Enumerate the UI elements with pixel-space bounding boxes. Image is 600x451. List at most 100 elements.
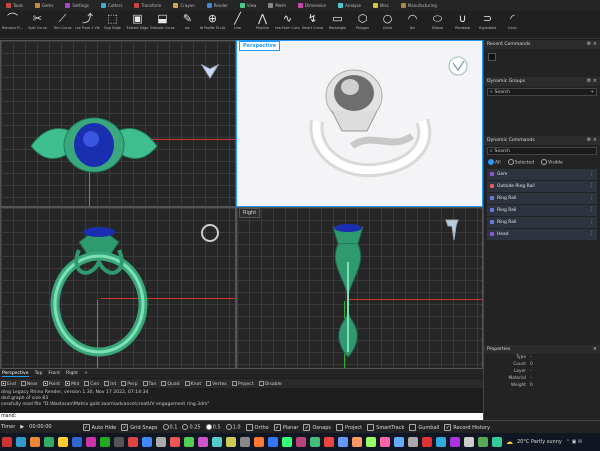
more-options-icon[interactable]: ⋮ [589,171,594,177]
taskbar-app-icon[interactable] [156,437,166,447]
osnap-toggle[interactable]: End [1,380,16,387]
toolbar-button[interactable]: ╱ Line [225,11,250,39]
dynamic-command-item[interactable]: Outside Ring Rail ⋮ [487,180,597,192]
taskbar-app-icon[interactable] [310,437,320,447]
filter-visible[interactable]: Visible [541,159,563,166]
view-cube-icon[interactable] [199,61,221,79]
ribbon-tab[interactable]: Dimension [292,0,332,11]
taskbar-app-icon[interactable] [464,437,474,447]
add-icon[interactable]: + [590,90,594,95]
toolbar-button[interactable]: ⊃ Hyperbola [475,11,500,39]
taskbar-app-icon[interactable] [86,437,96,447]
viewport-label-right[interactable]: Right [239,208,261,218]
taskbar-app-icon[interactable] [212,437,222,447]
viewport-top[interactable] [0,40,236,207]
ribbon-tab[interactable]: Crayon [167,0,200,11]
view-tab[interactable]: Front [48,371,60,376]
panel-menu-icon[interactable]: ⚙ × [587,78,597,84]
taskbar-app-icon[interactable] [2,437,12,447]
weather-icon[interactable]: ☁ [506,438,513,446]
toolbar-button[interactable]: ▭ Rectangle [325,11,350,39]
taskbar-app-icon[interactable] [226,437,236,447]
ribbon-tab[interactable]: Transform [128,0,167,11]
more-options-icon[interactable]: ⋮ [589,231,594,237]
ribbon-tab[interactable]: Gems [29,0,60,11]
osnap-toggle[interactable]: Cen [84,380,99,387]
taskbar-app-icon[interactable] [268,437,278,447]
project-toggle[interactable]: Project [336,423,362,431]
osnap-toggle[interactable]: Knot [184,380,201,387]
toolbar-button[interactable]: ✎ Jot [175,11,200,39]
taskbar-app-icon[interactable] [408,437,418,447]
smarttrack-toggle[interactable]: SmartTrack [367,423,404,431]
more-options-icon[interactable]: ⋮ [589,219,594,225]
record-history-toggle[interactable]: ✓ Record History [444,423,490,431]
groups-search-input[interactable]: ⌕ Search + [487,88,597,96]
view-cube-icon[interactable] [447,55,469,77]
taskbar-app-icon[interactable] [380,437,390,447]
ribbon-tab[interactable]: View [234,0,263,11]
grid-snaps-toggle[interactable]: ✓ Grid Snaps [121,423,158,431]
snap-0-25[interactable]: 0.25 [182,423,201,430]
toolbar-button[interactable]: ◠ Arc [400,11,425,39]
tray-icons[interactable]: ⌃ ▣ ✉ [566,439,582,445]
taskbar-app-icon[interactable] [492,437,502,447]
osnaps-toggle[interactable]: ✓ Osnaps [303,423,331,431]
taskbar-app-icon[interactable] [44,437,54,447]
taskbar-app-icon[interactable] [170,437,180,447]
osnap-toggle[interactable]: Near [20,380,38,387]
more-options-icon[interactable]: ⋮ [589,207,594,213]
toolbar-button[interactable]: ⤴Curve From 2 Views [75,11,100,39]
toolbar-button[interactable]: ○ Circle [375,11,400,39]
toolbar-button[interactable]: ↯ Smart Curve [300,11,325,39]
snap-1-0[interactable]: 1.0 [225,423,241,430]
ortho-toggle[interactable]: Ortho [245,423,269,431]
taskbar-app-icon[interactable] [422,437,432,447]
toolbar-button[interactable]: ⬚ Dup Edge [100,11,125,39]
taskbar-app-icon[interactable] [142,437,152,447]
osnap-toggle[interactable]: Project [231,380,254,387]
taskbar-app-icon[interactable] [366,437,376,447]
toolbar-button[interactable]: ✂ Split Curve [25,11,50,39]
toolbar-button[interactable]: ∪ Parabola [450,11,475,39]
osnap-toggle[interactable]: Mid [65,380,79,387]
gumball-toggle[interactable]: Gumball [409,423,439,431]
viewport-right[interactable]: Right [236,207,483,369]
taskbar-app-icon[interactable] [16,437,26,447]
more-options-icon[interactable]: ⋮ [589,195,594,201]
taskbar-app-icon[interactable] [198,437,208,447]
ribbon-tab[interactable]: Tools [0,0,29,11]
osnap-toggle[interactable]: Int [104,380,116,387]
ribbon-tab[interactable]: Settings [59,0,94,11]
osnap-toggle[interactable]: Vertex [206,380,227,387]
view-cube-icon[interactable] [199,222,221,244]
toolbar-button[interactable]: ⌒ Remove Fi... [0,11,25,39]
panel-menu-icon[interactable]: × [593,346,597,352]
toolbar-button[interactable]: ⬭ Ellipse [425,11,450,39]
osnap-toggle[interactable]: Disable [258,380,282,387]
toolbar-button[interactable]: ⊕Add Profile To Lib... [200,11,225,39]
taskbar-app-icon[interactable] [100,437,110,447]
ribbon-tab[interactable]: Manufacturing [395,0,443,11]
view-tab[interactable]: + [84,371,88,376]
toolbar-button[interactable]: ▣ Extract Edge [125,11,150,39]
taskbar-app-icon[interactable] [114,437,124,447]
view-tab[interactable]: Top [35,371,43,376]
toolbar-button[interactable]: ⬓ Extrude Curve [150,11,175,39]
planar-toggle[interactable]: ✓ Planar [273,423,298,431]
osnap-toggle[interactable]: Tan [142,380,156,387]
ribbon-tab[interactable]: Cutters [95,0,129,11]
filter-selected[interactable]: Selected [507,159,534,166]
taskbar-app-icon[interactable] [296,437,306,447]
taskbar-app-icon[interactable] [240,437,250,447]
timer-play-icon[interactable]: ▶ [20,424,24,430]
taskbar-app-icon[interactable] [58,437,68,447]
dynamic-command-item[interactable]: Ring Rail ⋮ [487,204,597,216]
ribbon-tab[interactable]: Analyze [332,0,367,11]
taskbar-app-icon[interactable] [30,437,40,447]
recent-command-icon[interactable] [488,53,496,61]
panel-menu-icon[interactable]: ⚙ × [587,41,597,47]
snap-0-5[interactable]: 0.5 [205,423,221,430]
toolbar-button[interactable]: ⟋ Trim Curve [50,11,75,39]
taskbar-app-icon[interactable] [72,437,82,447]
